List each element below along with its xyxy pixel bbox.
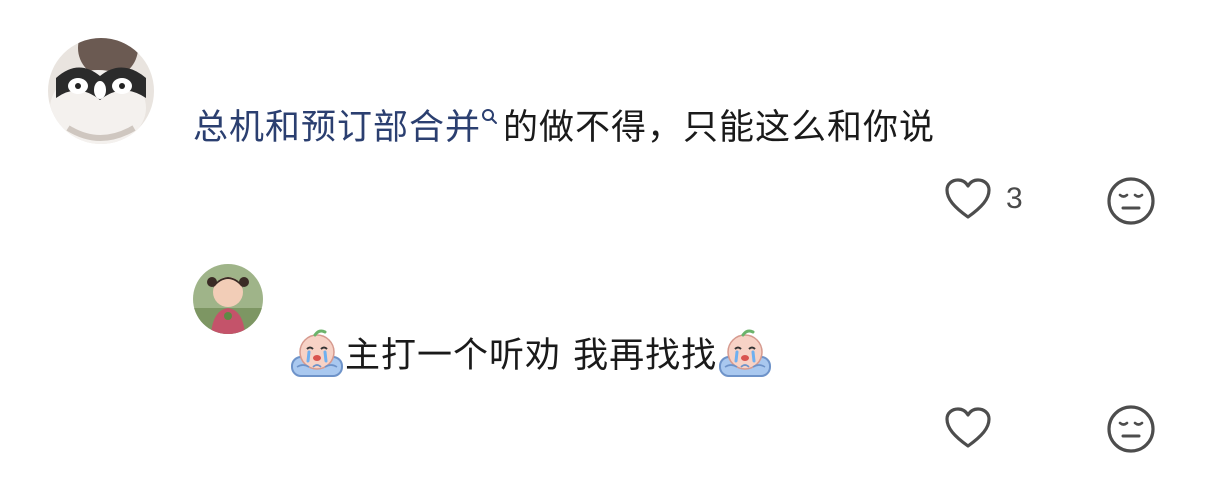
like-button[interactable] [944, 406, 992, 450]
comment-item: 总机和预订部合并 的做不得，只能这么和你说 3 [0, 0, 1206, 240]
heart-icon [945, 178, 991, 219]
like-count: 3 [1006, 182, 1023, 215]
reply-item: 主打一个听劝 我再找找 [0, 240, 1206, 477]
comment-text: 总机和预订部合并 的做不得，只能这么和你说 [193, 106, 935, 150]
meh-face-icon [1107, 405, 1155, 453]
search-icon[interactable] [481, 108, 499, 126]
avatar[interactable] [48, 38, 154, 144]
like-button[interactable]: 3 [944, 177, 1023, 221]
comment-body: 的做不得，只能这么和你说 [503, 108, 936, 148]
comment-body: 主打一个听劝 我再找找 [345, 336, 718, 376]
dislike-button[interactable] [1106, 404, 1156, 454]
heart-icon [945, 407, 991, 448]
avatar[interactable] [193, 264, 263, 334]
crying-emoji-icon [291, 329, 343, 377]
comment-text: 主打一个听劝 我再找找 [289, 329, 773, 379]
search-keyword-link[interactable]: 总机和预订部合并 [193, 108, 481, 148]
crying-emoji-icon [719, 329, 772, 377]
dislike-button[interactable] [1106, 176, 1156, 226]
meh-face-icon [1107, 177, 1155, 225]
